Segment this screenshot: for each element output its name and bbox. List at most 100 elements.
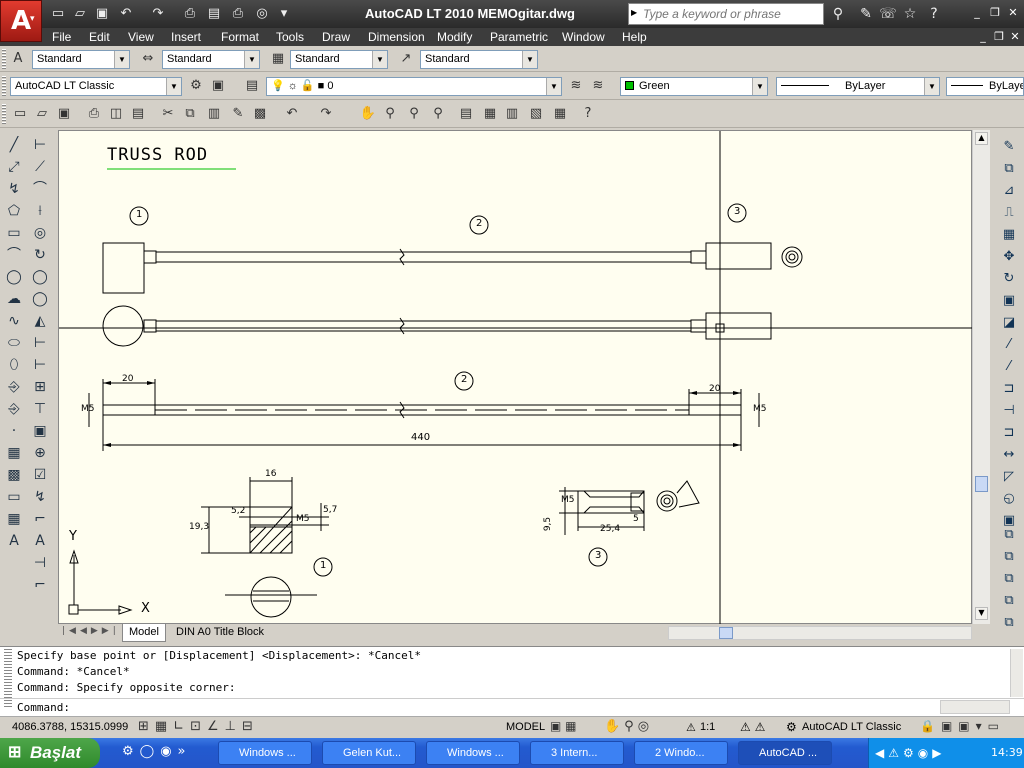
taskbar-item-mail[interactable]: Gelen Kut... (322, 741, 416, 765)
tray-settings-icons[interactable]: 🔒▣▣▾▭ (920, 719, 1020, 737)
tab-model[interactable]: Model (122, 624, 166, 642)
redo-icon[interactable]: ↷ (316, 104, 336, 124)
workspace-toggle-icon[interactable]: ▣ (208, 76, 228, 96)
menu-modify[interactable]: Modify (437, 30, 472, 44)
draw-order-toolbar[interactable]: ⧉ ⧉ ⧉ ⧉ ⧉ (997, 524, 1021, 634)
sheet-set-icon[interactable]: ▧ (526, 104, 546, 124)
navigation-tools[interactable]: ✋⚲◎ (604, 719, 674, 737)
dim-style-select[interactable]: Standard ▼ (162, 50, 260, 69)
menu-parametric[interactable]: Parametric (490, 30, 548, 44)
zoom-realtime-icon[interactable]: ⚲ (380, 104, 400, 124)
taskbar-item-windows-group[interactable]: 2 Windo... (634, 741, 728, 765)
start-button[interactable]: ⊞ Başlat (0, 738, 100, 768)
search-box[interactable]: ▶ (628, 3, 824, 25)
publish-icon[interactable]: ▤ (128, 104, 148, 124)
block-editor-icon[interactable]: ▩ (250, 104, 270, 124)
modify-toolbar[interactable]: ⊢ ⟋ ⌒ ⟊ ◎ ↻ ◯ ◯ ◭ ⊢ ⊢ ⊞ ⊤ ▣ ⊕ ☑ ↯ ⌐ A ⊣ ⌐ (28, 134, 52, 634)
annotation-scale-icon[interactable]: ⚠ (686, 721, 696, 734)
toolbar-grip[interactable] (2, 49, 6, 69)
menu-file[interactable]: File (52, 30, 71, 44)
help-icon[interactable]: ? (578, 104, 598, 124)
toolbar-grip[interactable] (2, 76, 6, 96)
command-hscroll[interactable] (940, 700, 1010, 714)
tab-nav-icon[interactable]: |◀◀▶▶| (62, 626, 120, 636)
open-icon[interactable]: ▱ (32, 104, 52, 124)
toolbar-grip[interactable] (2, 104, 6, 124)
copy-icon[interactable]: ⧉ (180, 104, 200, 124)
zoom-window-icon[interactable]: ⚲ (404, 104, 424, 124)
menu-help[interactable]: Help (622, 30, 647, 44)
drafting-toggles[interactable]: ⊞▦∟⊡∠⊥⊟ (138, 719, 338, 737)
communication-icon[interactable]: ☏ (878, 4, 898, 24)
dim-style-icon[interactable]: ⇔ (138, 49, 158, 69)
doc-restore-icon[interactable]: ❐ (992, 30, 1006, 44)
calculator-icon[interactable]: ▦ (550, 104, 570, 124)
mleader-style-select[interactable]: Standard ▼ (420, 50, 538, 69)
properties-icon[interactable]: ▤ (456, 104, 476, 124)
favorites-icon[interactable]: ☆ (900, 4, 920, 24)
subscription-icon[interactable]: ✎ (856, 4, 876, 24)
qnew-icon[interactable]: ▭ (10, 104, 30, 124)
design-center-icon[interactable]: ▦ (480, 104, 500, 124)
menu-tools[interactable]: Tools (276, 30, 304, 44)
redo-icon[interactable]: ↷ (148, 4, 168, 24)
color-select[interactable]: Green ▼ (620, 77, 768, 96)
undo-icon[interactable]: ↶ (282, 104, 302, 124)
quick-launch[interactable]: ⚙◯◉» (122, 744, 192, 762)
tab-title-block[interactable]: DIN A0 Title Block (170, 624, 270, 642)
search-input[interactable] (643, 5, 819, 23)
batch-plot-icon[interactable]: ⎙ (228, 4, 248, 24)
menu-insert[interactable]: Insert (171, 30, 201, 44)
pan-icon[interactable]: ✋ (358, 104, 378, 124)
text-style-select[interactable]: Standard ▼ (32, 50, 130, 69)
table-style-icon[interactable]: ▦ (268, 49, 288, 69)
menu-format[interactable]: Format (221, 30, 259, 44)
plot-icon[interactable]: ⎙ (180, 4, 200, 24)
taskbar-item-windows-2[interactable]: Windows ... (426, 741, 520, 765)
doc-close-icon[interactable]: ✕ (1008, 30, 1022, 44)
table-style-select[interactable]: Standard ▼ (290, 50, 388, 69)
cut-icon[interactable]: ✂ (158, 104, 178, 124)
restore-icon[interactable]: ❐ (988, 6, 1002, 20)
linetype-select[interactable]: ByLayer ▼ (776, 77, 940, 96)
layout-buttons[interactable]: ▣ ▦ (550, 719, 590, 737)
scroll-up-icon[interactable]: ▲ (975, 132, 988, 145)
save-icon[interactable]: ▣ (54, 104, 74, 124)
model-space-toggle[interactable]: MODEL (506, 721, 545, 733)
qa-customize-icon[interactable]: ▾ (274, 4, 294, 24)
annotation-scale[interactable]: 1:1 (700, 721, 715, 733)
menu-view[interactable]: View (128, 30, 154, 44)
status-workspace[interactable]: AutoCAD LT Classic (802, 721, 901, 733)
mleader-style-icon[interactable]: ↗ (396, 49, 416, 69)
taskbar-item-autocad[interactable]: AutoCAD ... (738, 741, 832, 765)
modify-toolbar-right[interactable]: ✎ ⧉ ⊿ ⎍ ▦ ✥ ↻ ▣ ◪ ⁄ ⁄ ⊐ ⊣ ⊐ ↔ ◸ ◵ ▣ (997, 136, 1021, 528)
workspace-select[interactable]: AutoCAD LT Classic ▼ (10, 77, 182, 96)
search-expand-icon[interactable]: ▶ (631, 8, 637, 17)
publish-icon[interactable]: ▤ (204, 4, 224, 24)
zoom-previous-icon[interactable]: ⚲ (428, 104, 448, 124)
annotation-visibility-icon[interactable]: ⚠ ⚠ (740, 720, 765, 734)
help-icon[interactable]: ? (924, 4, 944, 24)
open-file-icon[interactable]: ▱ (70, 4, 90, 24)
plot-icon[interactable]: ⎙ (84, 104, 104, 124)
layer-properties-icon[interactable]: ▤ (242, 76, 262, 96)
scroll-thumb[interactable] (975, 476, 988, 492)
horizontal-scrollbar[interactable] (668, 626, 972, 640)
scroll-down-icon[interactable]: ▼ (975, 607, 988, 620)
workspace-settings-icon[interactable]: ⚙ (186, 76, 206, 96)
layer-select[interactable]: 💡 ☼ 🔓 ■ 0 ▼ (266, 77, 562, 96)
tool-palettes-icon[interactable]: ▥ (502, 104, 522, 124)
lineweight-select[interactable]: ByLayer (946, 77, 1024, 96)
doc-minimize-icon[interactable]: _ (976, 30, 990, 44)
new-file-icon[interactable]: ▭ (48, 4, 68, 24)
menu-edit[interactable]: Edit (89, 30, 110, 44)
preview-icon[interactable]: ◫ (106, 104, 126, 124)
command-vscroll[interactable] (1010, 649, 1023, 697)
menu-dimension[interactable]: Dimension (368, 30, 425, 44)
drawing-canvas[interactable]: TRUSS ROD 1 2 3 2 1 3 20 20 M5 M5 440 16… (58, 130, 973, 625)
hscroll-thumb[interactable] (719, 627, 733, 639)
make-current-layer-icon[interactable]: ≋ (566, 76, 586, 96)
binoculars-icon[interactable]: ⚲ (828, 4, 848, 24)
paste-icon[interactable]: ▥ (204, 104, 224, 124)
match-properties-icon[interactable]: ✎ (228, 104, 248, 124)
